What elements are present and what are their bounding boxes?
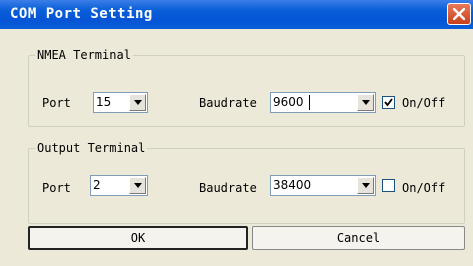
com-port-setting-dialog: COM Port Setting NMEA Terminal Port 15 B… [0,0,473,266]
output-on-off-label: On/Off [402,181,446,195]
output-baudrate-value: 38400 [273,178,312,192]
chevron-down-icon [362,183,370,188]
output-port-value: 2 [93,178,101,192]
nmea-port-label: Port [42,96,71,110]
title-bar[interactable]: COM Port Setting [0,0,473,29]
chevron-down-icon [362,100,370,105]
cancel-button[interactable]: Cancel [252,226,465,250]
text-cursor [309,95,310,110]
close-button[interactable] [447,3,471,25]
window-title: COM Port Setting [10,6,153,22]
nmea-on-off-label: On/Off [402,96,446,110]
output-baudrate-dropdown-button[interactable] [357,177,374,194]
nmea-terminal-group: NMEA Terminal [28,48,465,127]
nmea-baudrate-select[interactable]: 9600 [270,92,376,113]
chevron-down-icon [134,183,142,188]
nmea-baudrate-label: Baudrate [199,96,257,110]
close-icon [453,8,465,20]
output-port-label: Port [42,181,71,195]
nmea-baudrate-value: 9600 [273,95,304,109]
nmea-port-dropdown-button[interactable] [129,94,146,111]
output-port-dropdown-button[interactable] [129,177,146,194]
nmea-on-off-checkbox[interactable] [382,96,395,109]
output-terminal-legend: Output Terminal [37,141,146,155]
output-baudrate-select[interactable]: 38400 [270,175,376,196]
checkmark-icon [384,98,393,107]
nmea-port-value: 15 [96,95,112,109]
nmea-baudrate-dropdown-button[interactable] [357,94,374,111]
chevron-down-icon [134,100,142,105]
output-port-select[interactable]: 2 [90,175,148,196]
nmea-terminal-legend: NMEA Terminal [37,48,131,62]
ok-button[interactable]: OK [28,226,248,250]
nmea-port-select[interactable]: 15 [93,92,148,113]
dialog-body: NMEA Terminal Port 15 Baudrate 9600 On/O… [0,29,473,266]
output-on-off-checkbox[interactable] [382,179,395,192]
output-baudrate-label: Baudrate [199,181,257,195]
